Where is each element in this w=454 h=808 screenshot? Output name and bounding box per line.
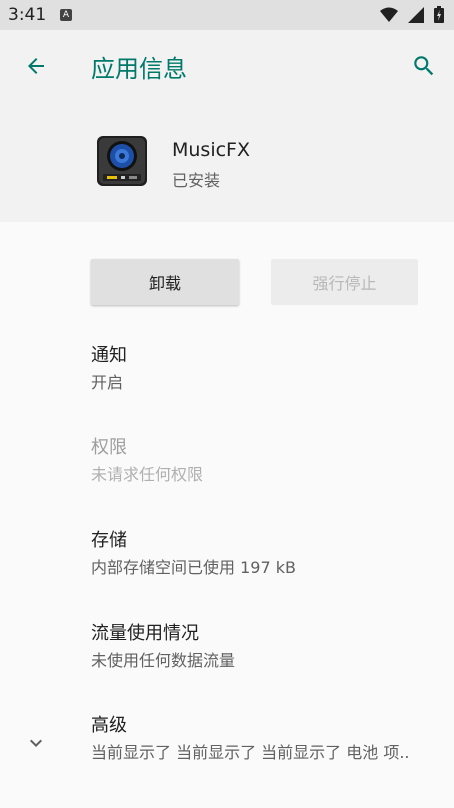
item-summary: 当前显示了 当前显示了 当前显示了 电池 项.. bbox=[91, 743, 410, 762]
status-time: 3:41 bbox=[8, 5, 47, 25]
advanced-item[interactable]: 高级 当前显示了 当前显示了 当前显示了 电池 项.. bbox=[0, 711, 454, 797]
musicfx-app-icon bbox=[97, 136, 147, 186]
permissions-item: 权限 未请求任何权限 bbox=[0, 433, 454, 519]
status-icons bbox=[380, 6, 444, 23]
item-summary: 开启 bbox=[91, 373, 124, 392]
item-title: 存储 bbox=[91, 530, 127, 551]
app-bar: 应用信息 bbox=[0, 30, 454, 102]
item-summary: 未使用任何数据流量 bbox=[91, 651, 236, 670]
battery-icon bbox=[434, 6, 444, 23]
app-name: MusicFX bbox=[172, 139, 251, 161]
status-bar: 3:41 A bbox=[0, 0, 454, 30]
signal-icon bbox=[408, 6, 424, 23]
back-button[interactable] bbox=[14, 44, 58, 88]
arrow-back-icon bbox=[28, 58, 44, 74]
chevron-down-icon bbox=[30, 739, 42, 747]
wifi-icon bbox=[380, 7, 398, 22]
uninstall-button[interactable]: 卸载 bbox=[91, 259, 239, 305]
item-title: 权限 bbox=[91, 437, 127, 458]
app-header: MusicFX 已安装 bbox=[0, 102, 454, 222]
search-icon bbox=[414, 56, 434, 76]
item-summary: 未请求任何权限 bbox=[91, 465, 204, 484]
storage-item[interactable]: 存储 内部存储空间已使用 197 kB bbox=[0, 526, 454, 612]
notifications-item[interactable]: 通知 开启 bbox=[0, 341, 454, 427]
notification-app-icon: A bbox=[60, 9, 72, 21]
item-title: 通知 bbox=[91, 345, 127, 366]
data-usage-item[interactable]: 流量使用情况 未使用任何数据流量 bbox=[0, 619, 454, 705]
item-summary: 内部存储空间已使用 197 kB bbox=[91, 558, 296, 577]
item-title: 流量使用情况 bbox=[91, 623, 199, 644]
app-install-status: 已安装 bbox=[172, 171, 221, 190]
page-title: 应用信息 bbox=[91, 55, 187, 83]
force-stop-button: 强行停止 bbox=[271, 259, 418, 305]
search-button[interactable] bbox=[402, 44, 446, 88]
item-title: 高级 bbox=[91, 715, 127, 736]
